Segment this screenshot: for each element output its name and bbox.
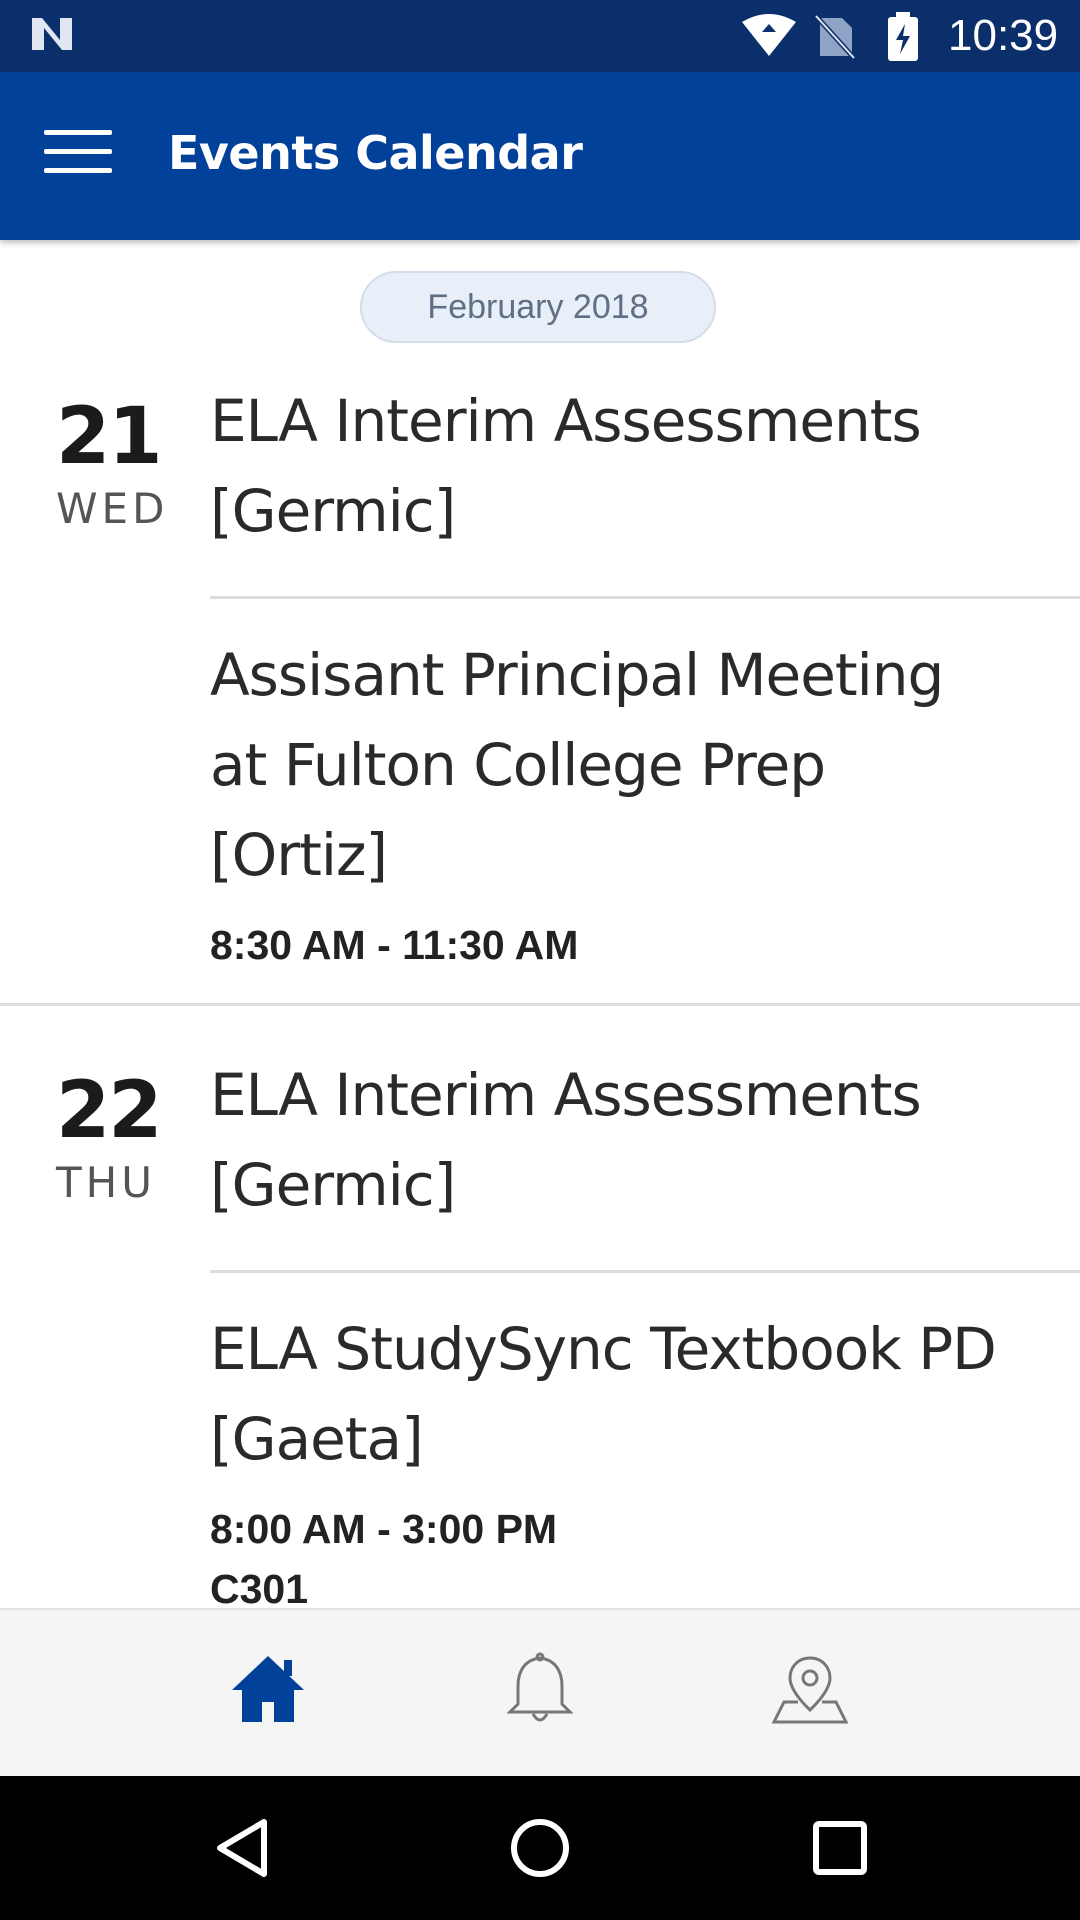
- recents-square-icon: [813, 1821, 867, 1875]
- hamburger-line: [44, 130, 112, 135]
- day-divider: [0, 1003, 1080, 1006]
- home-icon: [232, 1656, 304, 1722]
- event-divider: [210, 1270, 1080, 1273]
- month-header: February 2018: [360, 271, 716, 343]
- system-navigation-bar: [0, 1776, 1080, 1920]
- event-title[interactable]: ELA Interim Assessments [Germic]: [210, 1050, 1010, 1230]
- tab-notifications[interactable]: [500, 1650, 580, 1730]
- day-number: 21: [56, 392, 163, 482]
- clock: 10:39: [948, 11, 1059, 60]
- tab-home[interactable]: [228, 1650, 308, 1730]
- menu-button[interactable]: [44, 130, 112, 182]
- event-title[interactable]: ELA Interim Assessments [Germic]: [210, 376, 1010, 556]
- bell-icon: [506, 1652, 574, 1722]
- back-button[interactable]: [206, 1812, 278, 1884]
- wifi-icon: [742, 14, 796, 56]
- event-divider: [210, 596, 1080, 599]
- home-circle-icon: [511, 1819, 569, 1877]
- notification-n-icon: [32, 18, 72, 50]
- event-time: 8:30 AM - 11:30 AM: [210, 922, 579, 968]
- battery-charging-icon: [888, 12, 918, 61]
- day-name: THU: [56, 1158, 156, 1207]
- event-title[interactable]: ELA StudySync Textbook PD [Gaeta]: [210, 1304, 1010, 1484]
- app-bar: Events Calendar: [0, 72, 1080, 240]
- home-button[interactable]: [504, 1812, 576, 1884]
- day-name: WED: [56, 484, 169, 533]
- back-triangle-icon: [217, 1819, 267, 1877]
- bottom-navigation: [0, 1608, 1080, 1778]
- recents-button[interactable]: [804, 1812, 876, 1884]
- status-bar: 10:39: [0, 0, 1080, 72]
- no-sim-icon: [814, 14, 856, 60]
- hamburger-line: [44, 168, 112, 173]
- event-time: 8:00 AM - 3:00 PM: [210, 1506, 558, 1552]
- hamburger-line: [44, 149, 112, 154]
- tab-locations[interactable]: [770, 1650, 850, 1730]
- event-title[interactable]: Assisant Principal Meeting at Fulton Col…: [210, 630, 1010, 900]
- map-pin-icon: [771, 1656, 849, 1724]
- page-title: Events Calendar: [168, 126, 583, 180]
- day-number: 22: [56, 1066, 163, 1156]
- event-location: C301: [210, 1566, 309, 1612]
